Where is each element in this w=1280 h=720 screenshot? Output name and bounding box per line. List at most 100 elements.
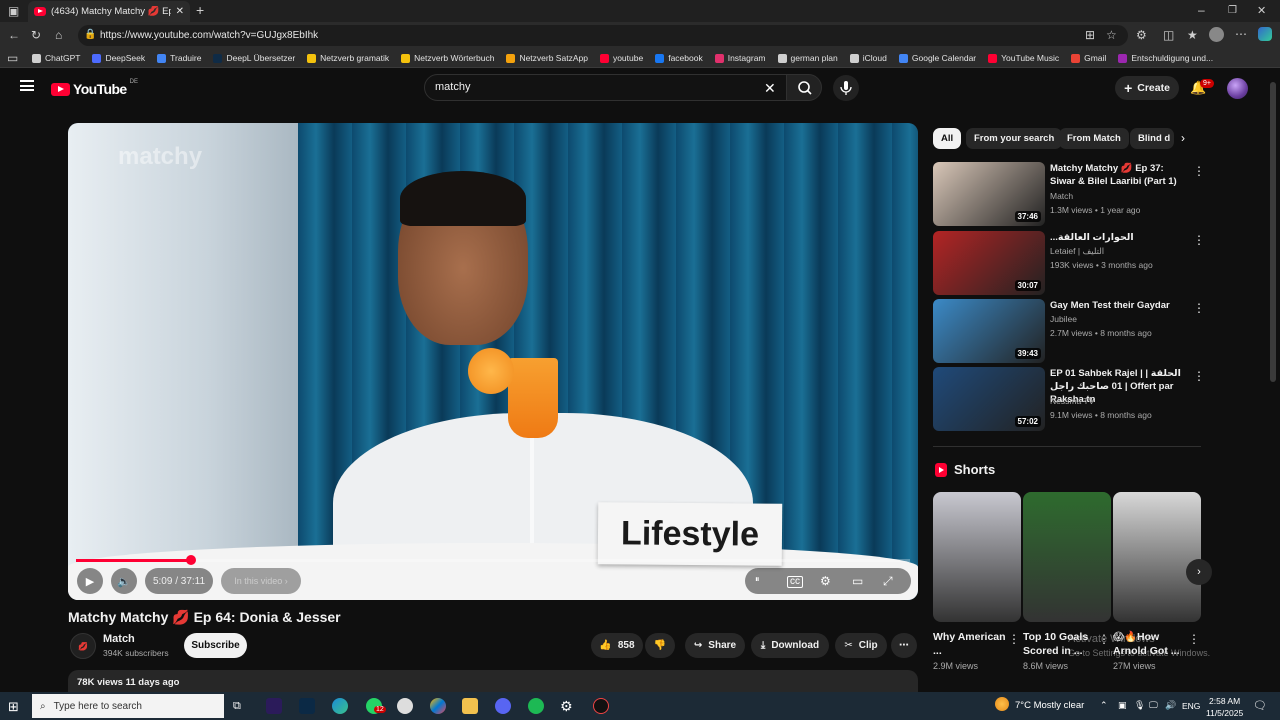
bookmark-item[interactable]: Instagram	[714, 53, 766, 63]
download-button[interactable]: ⤓ Download	[751, 633, 829, 658]
channel-name[interactable]: Match	[103, 633, 135, 645]
video-thumbnail[interactable]: 57:02	[933, 367, 1045, 431]
split-screen-icon[interactable]: ◫	[1163, 29, 1174, 41]
close-window-icon[interactable]: ✕	[1257, 5, 1266, 17]
url-field[interactable]: https://www.youtube.com/watch?v=GUJgx8Eb…	[78, 25, 1128, 46]
bookmark-item[interactable]: youtube	[599, 53, 643, 63]
shorts-next-button[interactable]: ›	[1186, 559, 1212, 585]
search-button[interactable]	[786, 74, 822, 101]
video-channel[interactable]: Jubilee	[1050, 314, 1077, 324]
file-explorer-icon[interactable]	[462, 698, 478, 714]
bookmark-item[interactable]: DeepSeek	[92, 53, 145, 63]
recommended-video[interactable]: 30:07 ...الحوارات العالقة Letaief | التليف…	[933, 231, 1205, 295]
favorite-star-icon[interactable]: ☆	[1106, 29, 1117, 41]
copilot-icon[interactable]	[1258, 27, 1272, 41]
play-button[interactable]: ▶	[77, 568, 103, 594]
video-title[interactable]: Gay Men Test their Gaydar	[1050, 299, 1188, 312]
filter-chip[interactable]: All	[933, 128, 962, 149]
account-avatar[interactable]	[1227, 78, 1248, 99]
settings-gear-taskbar-icon[interactable]: ⚙	[560, 698, 576, 714]
browser-tab[interactable]: (4634) Matchy Matchy 💋 Ep ✕	[28, 1, 190, 22]
video-channel[interactable]: Letaief | التليف	[1050, 246, 1104, 257]
site-info-icon[interactable]: 🔒	[84, 29, 96, 41]
bookmark-item[interactable]: ChatGPT	[32, 53, 80, 63]
short-thumbnail[interactable]	[1113, 492, 1201, 622]
hamburger-menu-icon[interactable]	[20, 80, 34, 91]
bookmark-item[interactable]: german plan	[777, 53, 838, 63]
create-button[interactable]: + Create	[1115, 76, 1179, 100]
weather-text[interactable]: 7°C Mostly clear	[1015, 700, 1084, 711]
video-channel[interactable]: Nessma TV	[1050, 396, 1094, 406]
volume-button[interactable]: 🔈	[111, 568, 137, 594]
obs-icon[interactable]	[593, 698, 609, 714]
language-indicator[interactable]: ENG	[1182, 701, 1200, 711]
fullscreen-icon[interactable]: ⤢	[883, 574, 893, 589]
more-menu-icon[interactable]: ⋯	[1235, 28, 1247, 40]
spotify-icon[interactable]	[528, 698, 544, 714]
speaker-icon[interactable]: 🔊	[1165, 700, 1176, 711]
recommended-video[interactable]: 37:46 Matchy Matchy 💋 Ep 37: Siwar & Bile…	[933, 162, 1205, 226]
refresh-icon[interactable]: ↻	[31, 29, 41, 41]
autoplay-toggle-icon[interactable]: ⏸	[755, 574, 760, 585]
filter-chip[interactable]: From your search	[966, 128, 1063, 149]
bookmark-item[interactable]: Gmail	[1071, 53, 1106, 63]
home-icon[interactable]: ⌂	[55, 29, 62, 41]
miniplayer-icon[interactable]: ▭	[852, 574, 863, 588]
voice-search-button[interactable]	[833, 75, 859, 101]
video-channel[interactable]: Match	[1050, 191, 1073, 201]
windows-start-icon[interactable]: ⊞	[8, 699, 19, 715]
vpn-app-icon[interactable]	[397, 698, 413, 714]
bookmark-item[interactable]: Netzverb SatzApp	[506, 53, 588, 63]
filter-chip[interactable]: From Match	[1059, 128, 1129, 149]
video-thumbnail[interactable]: 37:46	[933, 162, 1045, 226]
dislike-button[interactable]: 👎	[645, 633, 675, 658]
settings-gear-icon[interactable]: ⚙	[820, 574, 831, 588]
search-input[interactable]: matchy	[424, 74, 787, 101]
tray-chevron-icon[interactable]: ⌃	[1100, 700, 1108, 711]
taskbar-search-input[interactable]: ⌕ Type here to search	[32, 694, 224, 718]
bookmark-item[interactable]: Entschuldigung und...	[1118, 53, 1213, 63]
video-title[interactable]: Matchy Matchy 💋 Ep 37: Siwar & Bilel Laa…	[1050, 162, 1188, 188]
clip-button[interactable]: ✂ Clip	[835, 633, 887, 658]
more-vertical-icon[interactable]: ⋮	[1193, 233, 1205, 247]
chips-next-icon[interactable]: ›	[1181, 131, 1185, 145]
tray-app-icon[interactable]: ▣	[1118, 700, 1127, 711]
progress-bar[interactable]	[76, 555, 910, 565]
extensions-icon[interactable]: ⚙	[1136, 29, 1147, 41]
recommended-video[interactable]: 57:02 EP 01 Sahbek Rajel | | الحلقة 01 صا…	[933, 367, 1205, 431]
copilot-app-icon[interactable]	[430, 698, 446, 714]
clear-search-icon[interactable]: ✕	[764, 80, 776, 97]
photoshop-icon[interactable]	[299, 698, 315, 714]
video-thumbnail[interactable]: 30:07	[933, 231, 1045, 295]
premiere-pro-icon[interactable]	[266, 698, 282, 714]
video-thumbnail[interactable]: 39:43	[933, 299, 1045, 363]
channel-avatar[interactable]: 💋	[70, 633, 96, 659]
bookmark-item[interactable]: Netzverb Wörterbuch	[401, 53, 494, 63]
in-this-video-button[interactable]: In this video ›	[221, 568, 301, 594]
bookmark-item[interactable]: Netzverb gramatik	[307, 53, 389, 63]
bookmark-item[interactable]: YouTube Music	[988, 53, 1059, 63]
bookmark-item[interactable]: facebook	[655, 53, 703, 63]
recommended-video[interactable]: 39:43 Gay Men Test their Gaydar Jubilee 2.7…	[933, 299, 1205, 363]
bookmark-item[interactable]: DeepL Übersetzer	[213, 53, 295, 63]
back-icon[interactable]: ←	[8, 29, 20, 41]
short-thumbnail[interactable]	[1023, 492, 1111, 622]
task-view-icon[interactable]: ⧉	[233, 700, 241, 713]
more-vertical-icon[interactable]: ⋮	[1188, 632, 1200, 646]
discord-icon[interactable]	[495, 698, 511, 714]
bookmark-item[interactable]: Traduire	[157, 53, 201, 63]
notification-center-icon[interactable]: 🗨	[1253, 699, 1267, 712]
tray-mic-icon[interactable]: 🎙	[1134, 700, 1145, 711]
video-player[interactable]: Lifestyle matchy	[68, 123, 918, 600]
reading-list-icon[interactable]: ▭	[7, 52, 18, 64]
close-tab-icon[interactable]: ✕	[176, 6, 184, 17]
filter-chip[interactable]: Blind d	[1130, 128, 1174, 149]
more-actions-button[interactable]: ⋯	[891, 633, 917, 658]
like-button[interactable]: 👍 858	[591, 633, 643, 658]
subscribe-button[interactable]: Subscribe	[184, 633, 247, 658]
share-button[interactable]: ↪ Share	[685, 633, 745, 658]
network-icon[interactable]: 🖵	[1149, 700, 1158, 711]
clock[interactable]: 2:58 AM 11/5/2025	[1206, 695, 1243, 719]
window-menu-icon[interactable]: ▣	[8, 5, 19, 17]
favorites-icon[interactable]: ★	[1187, 29, 1198, 41]
